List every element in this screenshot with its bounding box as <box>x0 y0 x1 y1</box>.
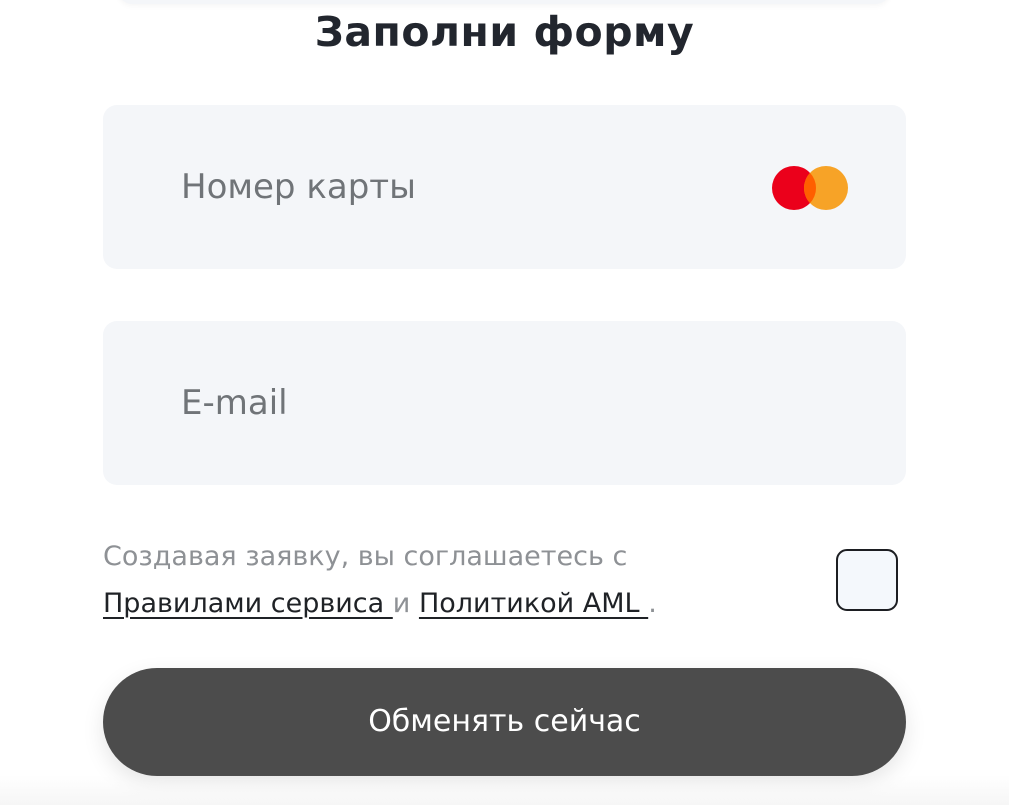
service-rules-link[interactable]: Правилами сервиса <box>103 588 393 619</box>
exchange-form-page: Заполни форму Номер карты E-mail Создава… <box>0 0 1009 805</box>
consent-prefix: Создавая заявку, вы соглашаетесь с <box>103 541 628 572</box>
consent-text: Создавая заявку, вы соглашаетесь с Прави… <box>103 533 783 627</box>
consent-conjunction: и <box>392 588 411 619</box>
mastercard-icon <box>772 166 848 210</box>
email-field[interactable]: E-mail <box>103 321 906 485</box>
consent-suffix: . <box>648 588 657 619</box>
email-placeholder: E-mail <box>181 383 288 423</box>
card-number-placeholder: Номер карты <box>181 167 416 207</box>
form-title: Заполни форму <box>314 8 695 56</box>
aml-policy-link[interactable]: Политикой AML <box>419 588 648 619</box>
consent-checkbox[interactable] <box>836 549 898 611</box>
card-number-field[interactable]: Номер карты <box>103 105 906 269</box>
previous-card-edge <box>118 0 890 4</box>
exchange-now-button[interactable]: Обменять сейчас <box>103 668 906 776</box>
bottom-shadow <box>0 775 1009 805</box>
